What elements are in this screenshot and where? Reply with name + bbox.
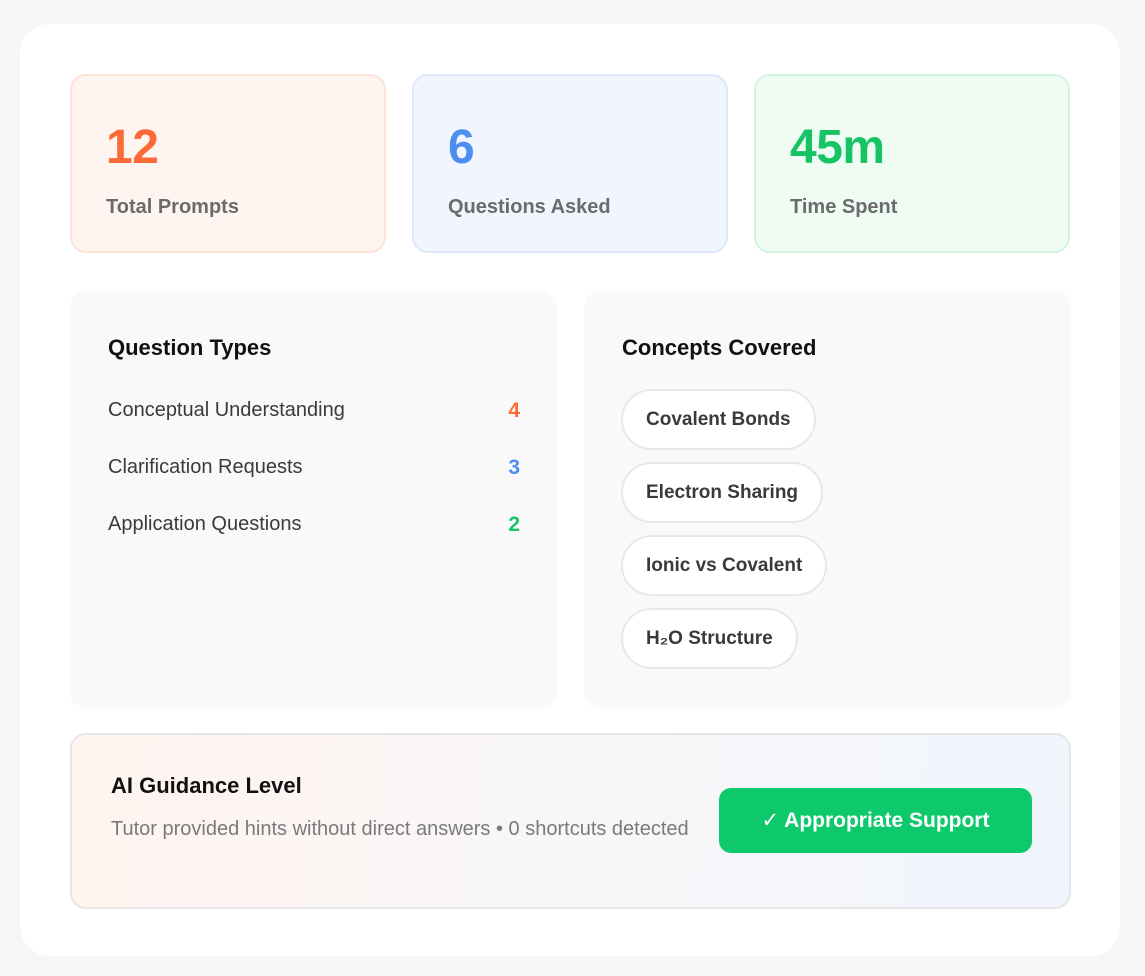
stat-card-time-spent: 45m Time Spent	[754, 74, 1070, 253]
stat-label: Total Prompts	[106, 196, 239, 218]
question-type-count: 4	[508, 399, 520, 422]
appropriate-support-button[interactable]: ✓ Appropriate Support	[719, 788, 1032, 853]
concepts-covered-panel: Concepts Covered Covalent Bonds Electron…	[584, 291, 1071, 708]
stat-label: Time Spent	[790, 196, 898, 218]
question-type-row: Clarification Requests 3	[108, 452, 520, 482]
panel-title: Question Types	[108, 335, 272, 360]
concept-tag[interactable]: H₂O Structure	[621, 608, 798, 669]
stat-value: 12	[106, 121, 159, 174]
question-type-row: Conceptual Understanding 4	[108, 395, 520, 425]
question-type-label: Application Questions	[108, 513, 302, 535]
ai-guidance-section: AI Guidance Level Tutor provided hints w…	[70, 733, 1071, 909]
question-type-row: Application Questions 2	[108, 509, 520, 539]
guidance-title: AI Guidance Level	[111, 773, 302, 798]
stat-label: Questions Asked	[448, 196, 611, 218]
question-type-count: 3	[508, 456, 520, 479]
question-types-panel: Question Types Conceptual Understanding …	[70, 291, 557, 708]
panel-title: Concepts Covered	[622, 335, 817, 360]
concept-tag[interactable]: Electron Sharing	[621, 462, 824, 523]
question-type-label: Conceptual Understanding	[108, 399, 345, 421]
question-type-count: 2	[508, 513, 520, 536]
guidance-description: Tutor provided hints without direct answ…	[111, 818, 689, 840]
stat-value: 6	[448, 121, 475, 174]
concept-tag[interactable]: Ionic vs Covalent	[621, 535, 828, 596]
question-type-label: Clarification Requests	[108, 456, 303, 478]
stat-value: 45m	[790, 121, 885, 174]
stat-card-questions-asked: 6 Questions Asked	[412, 74, 728, 253]
concept-tag[interactable]: Covalent Bonds	[621, 389, 816, 450]
page: 12 Total Prompts 6 Questions Asked 45m T…	[0, 0, 1145, 976]
stat-card-total-prompts: 12 Total Prompts	[70, 74, 386, 253]
